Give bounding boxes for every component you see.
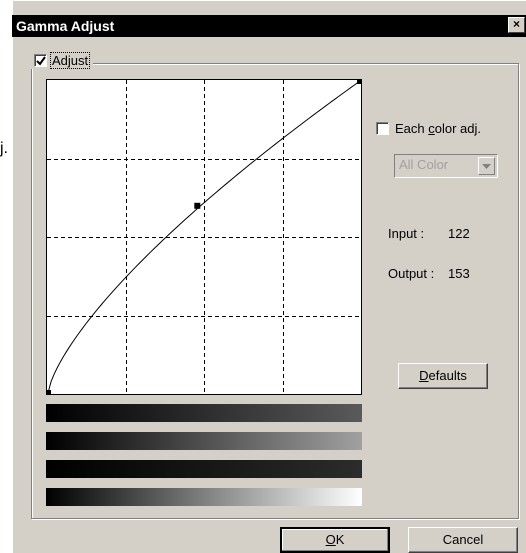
ok-button[interactable]: OK <box>280 527 390 553</box>
each-color-adj-row[interactable]: Each color adj. <box>376 121 481 136</box>
green-channel-gradient <box>46 432 362 450</box>
background-text-fragment: j. <box>0 140 8 157</box>
chevron-down-icon <box>482 164 491 169</box>
adjust-label[interactable]: Adjust <box>49 51 91 69</box>
curve-end-handle <box>357 80 361 84</box>
adjust-checkbox[interactable] <box>34 53 47 67</box>
gamma-curve-editor[interactable] <box>46 79 362 395</box>
cancel-button[interactable]: Cancel <box>408 527 518 553</box>
dropdown-button[interactable] <box>478 157 495 175</box>
input-value: 122 <box>448 226 470 241</box>
curve-start-handle <box>47 390 51 394</box>
gamma-curve-graph[interactable] <box>47 80 361 394</box>
output-value: 153 <box>448 266 470 281</box>
blue-channel-gradient <box>46 460 362 478</box>
input-label: Input : <box>388 226 425 241</box>
output-label: Output : <box>388 266 435 281</box>
window-title: Gamma Adjust <box>16 18 115 34</box>
close-button[interactable]: × <box>508 17 525 33</box>
title-bar: Gamma Adjust × <box>12 15 526 37</box>
curve-control-point[interactable] <box>194 202 201 209</box>
each-color-adj-checkbox[interactable] <box>376 122 389 135</box>
defaults-button[interactable]: Defaults <box>398 363 488 389</box>
checkmark-icon <box>36 55 46 66</box>
red-channel-gradient <box>46 404 362 422</box>
adjust-checkbox-row[interactable]: Adjust <box>30 51 94 69</box>
close-icon: × <box>512 17 520 31</box>
color-channel-value: All Color <box>399 157 449 172</box>
color-channel-select[interactable]: All Color <box>394 154 498 178</box>
all-channels-gradient <box>46 488 362 506</box>
each-color-adj-label[interactable]: Each color adj. <box>395 121 481 136</box>
